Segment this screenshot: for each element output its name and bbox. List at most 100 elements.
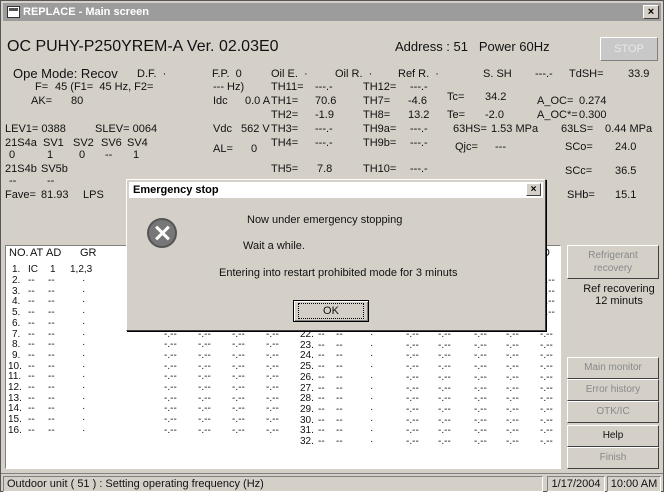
row-gr: · [82,371,86,383]
row-temp: -.-- [506,414,519,426]
ssh-label: S. SH [483,68,512,80]
row-temp: -.-- [406,361,419,373]
finish-button[interactable]: Finish [567,447,659,469]
row-temp: -.-- [266,371,279,383]
power-label: Power 60Hz [478,39,550,54]
row-no: 13. [8,392,22,404]
address-label: Address : 51 [395,39,468,54]
oil-e: Oil E. · [271,68,308,80]
error-icon [147,218,177,248]
row-temp: -.-- [474,425,487,437]
help-button[interactable]: Help [567,425,659,447]
main-window: REPLACE - Main screen × OC PUHY-P250YREM… [0,0,664,492]
row-ad: -- [48,382,55,393]
col-no: NO. [9,247,29,259]
tc-label: Tc= [447,91,465,103]
recover-status-line1: Ref recovering [583,283,655,295]
error-history-button[interactable]: Error history [567,379,659,401]
dialog-close-button[interactable]: × [526,183,541,196]
row-at: -- [28,349,35,361]
aoc-star-value: 0.300 [579,109,607,121]
row-ad: -- [48,275,55,286]
recover-status: Ref recovering 12 minuts [577,283,661,307]
fp-value: F.P. 0 [212,68,242,80]
window-close-button[interactable]: × [643,5,659,19]
row-no: 9. [12,349,21,361]
row-ad: -- [48,414,55,426]
lps-label: LPS [83,189,104,201]
row-no: 32. [300,436,314,447]
row-at: -- [28,424,35,436]
vdc-label: Vdc [213,123,232,135]
ak-value: 80 [71,95,84,107]
ssh-value: ---.- [535,68,553,80]
row-ad: -- [336,361,343,373]
row-temp: -.-- [540,425,553,437]
row-at: -- [318,382,325,394]
row-gr: · [370,425,374,437]
row-temp: -.-- [164,349,177,361]
idc-value: 0.0 A [245,95,271,107]
row-no: 11. [8,371,22,383]
row-temp: -.-- [438,403,451,415]
row-no: 2. [12,275,21,286]
row-ad: -- [48,349,55,361]
th2-value: -1.9 [315,109,334,121]
row-at: -- [28,296,35,308]
row-ad: -- [336,414,343,426]
th9a-label: TH9a= [363,123,397,135]
status-time: 10:00 AM [607,476,661,492]
row-temp: -.-- [232,414,245,426]
row-temp: -.-- [406,393,419,405]
refrigerant-recovery-button[interactable]: Refrigerant recovery [567,245,659,279]
row-no: 3. [12,285,21,297]
row-temp: -.-- [540,403,553,415]
row-gr: · [82,414,86,426]
stop-button[interactable]: STOP [600,37,658,61]
row-at: -- [28,339,35,351]
ok-button[interactable]: OK [293,300,369,322]
row-no: 26. [300,371,314,383]
row-gr: · [82,360,86,372]
row-ad: -- [336,350,343,362]
row-temp: -.-- [164,414,177,426]
row-temp: -.-- [232,382,245,393]
aoc-value: 0.274 [579,95,607,107]
ope-mode: Ope Mode: Recov [13,66,118,81]
row-temp: -.-- [506,382,519,394]
qjc-label: Qjc= [455,141,478,153]
row-temp: -.-- [164,371,177,383]
th3-label: TH3= [271,123,299,135]
row-gr: · [370,403,374,415]
row-temp: -.-- [438,393,451,405]
row-temp: -.-- [506,425,519,437]
aoc-star-label: A_OC*= [537,109,578,121]
row-temp: -.-- [438,436,451,447]
fave-value: 81.93 [41,189,69,201]
title-bar: REPLACE - Main screen × [3,3,661,21]
row-ad: -- [48,296,55,308]
row-gr: · [82,296,86,308]
row-no: 12. [8,382,22,393]
row-temp: -.-- [540,393,553,405]
63ls-value: 0.44 MPa [605,123,653,135]
row-temp: -.-- [474,436,487,447]
refrigerant-line2: recovery [593,263,633,274]
row-temp: -.-- [540,414,553,426]
row-temp: -.-- [198,339,211,351]
th10-value: ---.- [410,163,428,175]
row-temp: -.-- [474,382,487,394]
status-message: Outdoor unit ( 51 ) : Setting operating … [3,476,543,492]
main-monitor-button[interactable]: Main monitor [567,357,659,379]
row-temp: -.-- [232,392,245,404]
sv6-value: -- [105,149,113,161]
fave-label: Fave= [5,189,36,201]
row-gr: · [82,349,86,361]
row-temp: -.-- [406,339,419,351]
otk-ic-button[interactable]: OTK/IC [567,401,659,423]
row-temp: -.-- [540,339,553,351]
row-temp: -.-- [474,414,487,426]
dialog-line2: Wait a while. [243,240,305,252]
row-gr: · [82,382,86,393]
row-at: -- [28,392,35,404]
